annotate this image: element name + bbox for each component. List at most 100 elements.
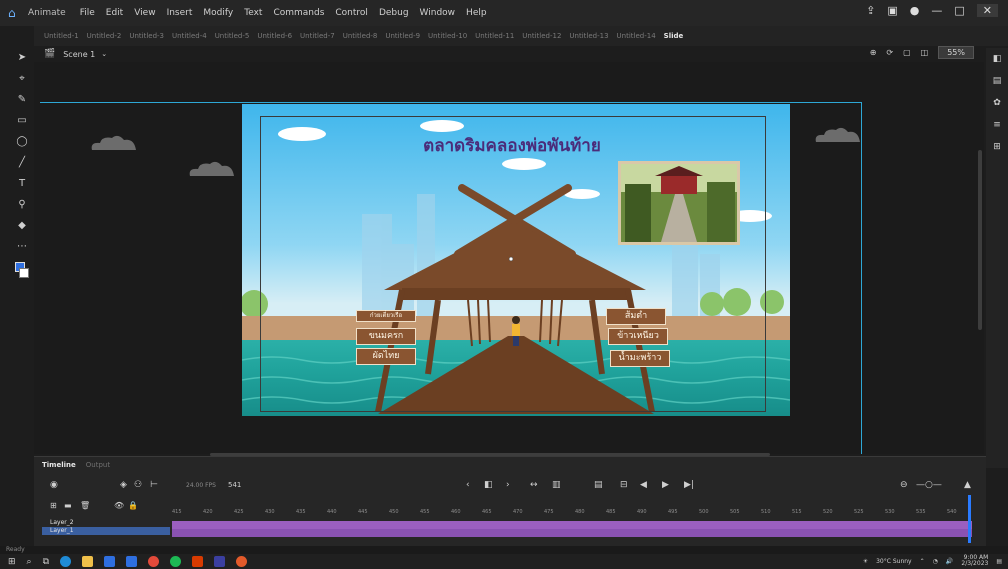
fps-readout[interactable]: 24.00 FPS — [186, 482, 216, 489]
menu-debug[interactable]: Debug — [379, 8, 409, 18]
doc-tab[interactable]: Untitled-10 — [428, 32, 467, 40]
lock-icon[interactable]: 🔒 — [128, 501, 138, 510]
new-layer-icon[interactable]: ⊞ — [50, 501, 57, 510]
chevron-up-icon[interactable]: ⌃ — [920, 558, 925, 565]
camera-icon[interactable]: ◉ — [50, 480, 58, 490]
maximize-button[interactable]: □ — [954, 4, 964, 17]
more-tools-icon[interactable]: ⋯ — [15, 241, 29, 253]
stall-sign[interactable]: น้ำมะพร้าว — [610, 350, 670, 367]
close-button[interactable]: ✕ — [976, 4, 998, 17]
insert-frame-icon[interactable]: ▤ — [594, 480, 603, 490]
assets-icon[interactable]: ✿ — [993, 98, 1001, 108]
browser-icon[interactable] — [236, 556, 248, 567]
weather-text[interactable]: 30°C Sunny — [876, 558, 912, 565]
snap-icon[interactable]: ⊕ — [870, 48, 877, 57]
offstage-cloud[interactable] — [88, 134, 140, 150]
layer-row[interactable]: Layer_2 — [42, 519, 170, 527]
doc-tab[interactable]: Untitled-5 — [215, 32, 250, 40]
weather-icon[interactable]: ☀ — [863, 558, 868, 565]
menu-commands[interactable]: Commands — [273, 8, 324, 18]
menu-view[interactable]: View — [134, 8, 155, 18]
doc-tab[interactable]: Untitled-6 — [257, 32, 292, 40]
layer-row-selected[interactable]: Layer_1 — [42, 527, 170, 535]
eye-icon[interactable]: 👁 — [114, 501, 124, 510]
layout-icon[interactable]: ▣ — [887, 4, 897, 17]
stall-sign[interactable]: ข้าวเหนียว — [608, 328, 668, 345]
menu-text[interactable]: Text — [244, 8, 262, 18]
tab-timeline[interactable]: Timeline — [42, 461, 76, 469]
step-back-icon[interactable]: ◀ — [640, 480, 647, 490]
scene-selector[interactable]: Scene 1 — [63, 50, 95, 59]
transform-icon[interactable]: ⊞ — [993, 142, 1001, 152]
animate-app-icon[interactable] — [214, 556, 226, 567]
doc-tab[interactable]: Untitled-12 — [522, 32, 561, 40]
oval-tool-icon[interactable]: ◯ — [15, 136, 29, 148]
doc-tab[interactable]: Untitled-1 — [44, 32, 79, 40]
stall-sign[interactable]: ผัดไทย — [356, 348, 416, 365]
zoom-out-timeline-icon[interactable]: ⊖ — [900, 480, 908, 490]
clock[interactable]: 9:00 AM 2/3/2023 — [961, 555, 988, 567]
menu-control[interactable]: Control — [335, 8, 368, 18]
store-icon[interactable] — [104, 556, 116, 567]
edit-multiple-icon[interactable]: ⚇ — [134, 480, 142, 490]
doc-tab[interactable]: Untitled-3 — [129, 32, 164, 40]
layer-name[interactable]: Layer_2 — [50, 519, 74, 526]
keyframe-icon[interactable]: ◧ — [484, 480, 493, 490]
pencil-tool-icon[interactable]: ✎ — [15, 94, 29, 106]
collapse-icon[interactable]: ▲ — [964, 480, 971, 490]
search-icon[interactable]: ⌕ — [27, 557, 32, 567]
share-icon[interactable]: ⇪ — [866, 4, 875, 17]
minimize-button[interactable]: — — [931, 4, 942, 17]
doc-tab[interactable]: Untitled-2 — [87, 32, 122, 40]
doc-tab[interactable]: Untitled-13 — [569, 32, 608, 40]
center-frame-icon[interactable]: ⊢ — [150, 480, 158, 490]
file-explorer-icon[interactable] — [82, 556, 94, 567]
layer-frames-track[interactable] — [172, 529, 972, 537]
delete-frame-icon[interactable]: ⊟ — [620, 480, 628, 490]
timeline-zoom-slider[interactable]: —○— — [916, 480, 942, 490]
fill-color[interactable] — [19, 268, 29, 278]
rectangle-tool-icon[interactable]: ▭ — [15, 115, 29, 127]
paint-bucket-icon[interactable]: ◆ — [15, 220, 29, 232]
playhead[interactable] — [968, 495, 971, 543]
subselection-tool-icon[interactable]: ⌖ — [15, 73, 29, 85]
doc-tab[interactable]: Untitled-4 — [172, 32, 207, 40]
menu-edit[interactable]: Edit — [106, 8, 123, 18]
offstage-cloud[interactable] — [812, 126, 864, 142]
play-icon[interactable]: ▶ — [662, 480, 669, 490]
rotate-icon[interactable]: ⟳ — [886, 48, 893, 57]
edge-icon[interactable] — [60, 556, 72, 567]
properties-icon[interactable]: ◧ — [993, 54, 1002, 64]
mail-icon[interactable] — [126, 556, 138, 567]
spotify-icon[interactable] — [170, 556, 182, 567]
align-icon[interactable]: ≡ — [993, 120, 1001, 130]
doc-tab[interactable]: Untitled-7 — [300, 32, 335, 40]
previous-icon[interactable]: ‹ — [466, 480, 470, 490]
color-swatches[interactable] — [15, 262, 29, 278]
chevron-down-icon[interactable]: ⌄ — [101, 50, 107, 58]
volume-icon[interactable]: 🔊 — [946, 558, 953, 565]
frames-icon[interactable]: ▥ — [552, 480, 561, 490]
start-icon[interactable]: ⊞ — [8, 557, 16, 567]
menu-window[interactable]: Window — [420, 8, 456, 18]
step-forward-icon[interactable]: ▶| — [684, 480, 694, 490]
zoom-select[interactable]: 55% — [938, 46, 974, 59]
text-tool-icon[interactable]: T — [15, 178, 29, 190]
folder-icon[interactable]: ▬ — [64, 501, 72, 510]
task-view-icon[interactable]: ⧉ — [43, 557, 49, 567]
frame-readout[interactable]: 541 — [228, 481, 241, 489]
next-icon[interactable]: › — [506, 480, 510, 490]
stall-sign[interactable]: ขนมครก — [356, 328, 416, 345]
settings-icon[interactable]: ● — [910, 4, 920, 17]
offstage-cloud[interactable] — [186, 160, 238, 176]
bone-tool-icon[interactable]: ⚲ — [15, 199, 29, 211]
stage-title[interactable]: ตลาดริมคลองพ่อพันท้าย — [362, 132, 662, 159]
selection-tool-icon[interactable]: ➤ — [15, 52, 29, 64]
center-icon[interactable]: ◫ — [921, 48, 929, 57]
market-photo[interactable] — [618, 161, 740, 245]
menu-file[interactable]: File — [80, 8, 95, 18]
stage-canvas[interactable]: ตลาดริมคลองพ่อพันท้าย ก๋วยเตี๋ยวเรือ ขนม… — [242, 104, 790, 416]
trash-icon[interactable]: 🗑 — [80, 501, 90, 510]
doc-tab[interactable]: Untitled-8 — [343, 32, 378, 40]
stall-sign[interactable]: ก๋วยเตี๋ยวเรือ — [356, 310, 416, 322]
